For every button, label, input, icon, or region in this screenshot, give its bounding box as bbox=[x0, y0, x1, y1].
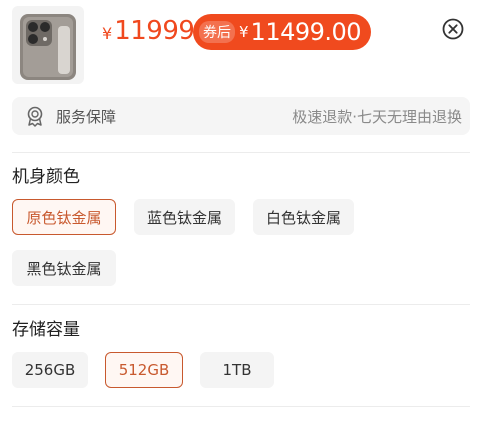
color-option-white-titanium[interactable]: 白色钛金属 bbox=[253, 199, 354, 235]
close-icon[interactable] bbox=[442, 18, 464, 40]
divider bbox=[12, 406, 470, 407]
phone-image bbox=[20, 14, 76, 80]
color-option-black-titanium[interactable]: 黑色钛金属 bbox=[12, 250, 116, 286]
color-option-natural-titanium[interactable]: 原色钛金属 bbox=[12, 199, 116, 235]
original-price: ¥ 11999 bbox=[102, 16, 195, 46]
service-description: 极速退款·七天无理由退换 bbox=[292, 107, 462, 126]
storage-section-title: 存储容量 bbox=[12, 320, 80, 340]
storage-option-256gb[interactable]: 256GB bbox=[12, 352, 88, 388]
badge-icon bbox=[24, 105, 46, 127]
color-option-blue-titanium[interactable]: 蓝色钛金属 bbox=[134, 199, 235, 235]
storage-option-512gb[interactable]: 512GB bbox=[105, 352, 183, 388]
coupon-price-badge: 券后 ¥ 11499.00 bbox=[193, 14, 372, 50]
divider bbox=[12, 152, 470, 153]
product-thumbnail[interactable] bbox=[12, 6, 84, 84]
service-guarantee-bar[interactable]: 服务保障 极速退款·七天无理由退换 bbox=[12, 97, 470, 135]
price-currency: ¥ bbox=[102, 24, 113, 43]
color-section-title: 机身颜色 bbox=[12, 167, 80, 187]
coupon-currency: ¥ bbox=[239, 23, 249, 41]
divider bbox=[12, 304, 470, 305]
storage-option-1tb[interactable]: 1TB bbox=[200, 352, 274, 388]
coupon-price: 11499.00 bbox=[250, 18, 362, 46]
product-header: ¥ 11999 券后 ¥ 11499.00 bbox=[0, 0, 480, 90]
service-label: 服务保障 bbox=[56, 107, 117, 126]
coupon-tag: 券后 bbox=[199, 21, 235, 43]
price-value: 11999 bbox=[114, 16, 195, 46]
